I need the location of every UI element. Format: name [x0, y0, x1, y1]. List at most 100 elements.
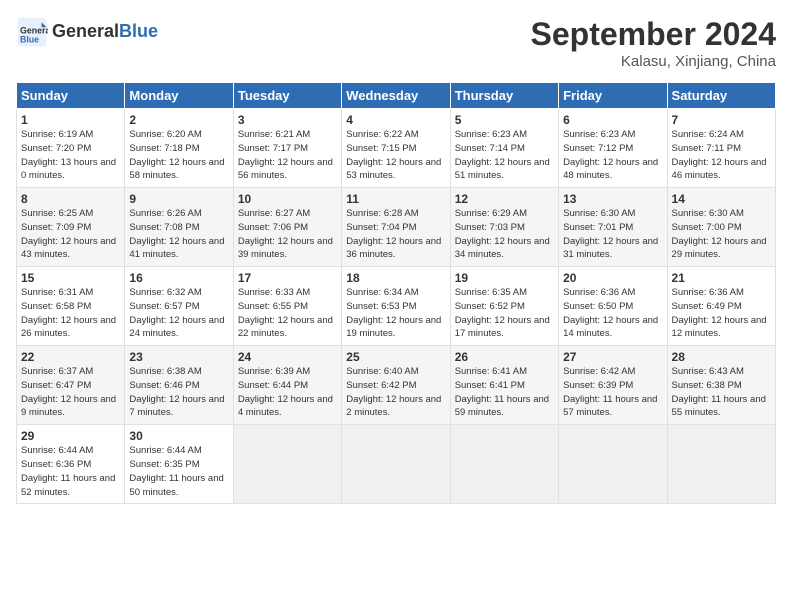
- day-number: 9: [129, 192, 228, 206]
- col-wednesday: Wednesday: [342, 83, 450, 109]
- calendar-day-cell: 20Sunrise: 6:36 AMSunset: 6:50 PMDayligh…: [559, 267, 667, 346]
- calendar-day-cell: 27Sunrise: 6:42 AMSunset: 6:39 PMDayligh…: [559, 346, 667, 425]
- logo: General Blue GeneralBlue: [16, 16, 158, 48]
- calendar-day-cell: 19Sunrise: 6:35 AMSunset: 6:52 PMDayligh…: [450, 267, 558, 346]
- calendar-day-cell: 22Sunrise: 6:37 AMSunset: 6:47 PMDayligh…: [17, 346, 125, 425]
- calendar-day-cell: 5Sunrise: 6:23 AMSunset: 7:14 PMDaylight…: [450, 109, 558, 188]
- day-info: Sunrise: 6:23 AMSunset: 7:14 PMDaylight:…: [455, 128, 554, 183]
- day-info: Sunrise: 6:19 AMSunset: 7:20 PMDaylight:…: [21, 128, 120, 183]
- day-number: 19: [455, 271, 554, 285]
- calendar-week-row: 15Sunrise: 6:31 AMSunset: 6:58 PMDayligh…: [17, 267, 776, 346]
- day-info: Sunrise: 6:36 AMSunset: 6:50 PMDaylight:…: [563, 286, 662, 341]
- day-number: 21: [672, 271, 771, 285]
- calendar-day-cell: 17Sunrise: 6:33 AMSunset: 6:55 PMDayligh…: [233, 267, 341, 346]
- day-info: Sunrise: 6:24 AMSunset: 7:11 PMDaylight:…: [672, 128, 771, 183]
- calendar-table: Sunday Monday Tuesday Wednesday Thursday…: [16, 82, 776, 504]
- day-number: 11: [346, 192, 445, 206]
- day-number: 28: [672, 350, 771, 364]
- location: Kalasu, Xinjiang, China: [531, 53, 776, 70]
- day-info: Sunrise: 6:32 AMSunset: 6:57 PMDaylight:…: [129, 286, 228, 341]
- calendar-week-row: 8Sunrise: 6:25 AMSunset: 7:09 PMDaylight…: [17, 188, 776, 267]
- day-number: 12: [455, 192, 554, 206]
- day-number: 30: [129, 429, 228, 443]
- day-info: Sunrise: 6:43 AMSunset: 6:38 PMDaylight:…: [672, 365, 771, 420]
- calendar-day-cell: 24Sunrise: 6:39 AMSunset: 6:44 PMDayligh…: [233, 346, 341, 425]
- calendar-day-cell: [233, 425, 341, 504]
- day-info: Sunrise: 6:25 AMSunset: 7:09 PMDaylight:…: [21, 207, 120, 262]
- day-info: Sunrise: 6:41 AMSunset: 6:41 PMDaylight:…: [455, 365, 554, 420]
- day-number: 1: [21, 113, 120, 127]
- day-info: Sunrise: 6:44 AMSunset: 6:36 PMDaylight:…: [21, 444, 120, 499]
- calendar-day-cell: 21Sunrise: 6:36 AMSunset: 6:49 PMDayligh…: [667, 267, 775, 346]
- calendar-day-cell: 29Sunrise: 6:44 AMSunset: 6:36 PMDayligh…: [17, 425, 125, 504]
- day-number: 26: [455, 350, 554, 364]
- calendar-day-cell: 11Sunrise: 6:28 AMSunset: 7:04 PMDayligh…: [342, 188, 450, 267]
- calendar-day-cell: 2Sunrise: 6:20 AMSunset: 7:18 PMDaylight…: [125, 109, 233, 188]
- day-info: Sunrise: 6:30 AMSunset: 7:01 PMDaylight:…: [563, 207, 662, 262]
- svg-text:Blue: Blue: [20, 34, 39, 44]
- logo-icon: General Blue: [16, 16, 48, 48]
- day-number: 17: [238, 271, 337, 285]
- calendar-day-cell: 14Sunrise: 6:30 AMSunset: 7:00 PMDayligh…: [667, 188, 775, 267]
- day-number: 22: [21, 350, 120, 364]
- calendar-day-cell: [667, 425, 775, 504]
- day-number: 23: [129, 350, 228, 364]
- day-number: 14: [672, 192, 771, 206]
- day-info: Sunrise: 6:42 AMSunset: 6:39 PMDaylight:…: [563, 365, 662, 420]
- calendar-day-cell: 3Sunrise: 6:21 AMSunset: 7:17 PMDaylight…: [233, 109, 341, 188]
- calendar-day-cell: 13Sunrise: 6:30 AMSunset: 7:01 PMDayligh…: [559, 188, 667, 267]
- day-info: Sunrise: 6:26 AMSunset: 7:08 PMDaylight:…: [129, 207, 228, 262]
- day-number: 25: [346, 350, 445, 364]
- day-info: Sunrise: 6:44 AMSunset: 6:35 PMDaylight:…: [129, 444, 228, 499]
- day-info: Sunrise: 6:37 AMSunset: 6:47 PMDaylight:…: [21, 365, 120, 420]
- day-number: 20: [563, 271, 662, 285]
- day-info: Sunrise: 6:31 AMSunset: 6:58 PMDaylight:…: [21, 286, 120, 341]
- day-info: Sunrise: 6:30 AMSunset: 7:00 PMDaylight:…: [672, 207, 771, 262]
- calendar-day-cell: 26Sunrise: 6:41 AMSunset: 6:41 PMDayligh…: [450, 346, 558, 425]
- day-info: Sunrise: 6:34 AMSunset: 6:53 PMDaylight:…: [346, 286, 445, 341]
- day-info: Sunrise: 6:22 AMSunset: 7:15 PMDaylight:…: [346, 128, 445, 183]
- col-monday: Monday: [125, 83, 233, 109]
- calendar-day-cell: [559, 425, 667, 504]
- day-info: Sunrise: 6:27 AMSunset: 7:06 PMDaylight:…: [238, 207, 337, 262]
- month-title: September 2024: [531, 16, 776, 53]
- day-info: Sunrise: 6:40 AMSunset: 6:42 PMDaylight:…: [346, 365, 445, 420]
- calendar-day-cell: 10Sunrise: 6:27 AMSunset: 7:06 PMDayligh…: [233, 188, 341, 267]
- day-info: Sunrise: 6:38 AMSunset: 6:46 PMDaylight:…: [129, 365, 228, 420]
- day-number: 29: [21, 429, 120, 443]
- calendar-day-cell: 16Sunrise: 6:32 AMSunset: 6:57 PMDayligh…: [125, 267, 233, 346]
- logo-text: GeneralBlue: [52, 22, 158, 42]
- col-sunday: Sunday: [17, 83, 125, 109]
- col-saturday: Saturday: [667, 83, 775, 109]
- calendar-day-cell: 15Sunrise: 6:31 AMSunset: 6:58 PMDayligh…: [17, 267, 125, 346]
- calendar-day-cell: 30Sunrise: 6:44 AMSunset: 6:35 PMDayligh…: [125, 425, 233, 504]
- page-header: General Blue GeneralBlue September 2024 …: [16, 16, 776, 70]
- calendar-day-cell: [342, 425, 450, 504]
- day-number: 8: [21, 192, 120, 206]
- day-number: 2: [129, 113, 228, 127]
- calendar-day-cell: 25Sunrise: 6:40 AMSunset: 6:42 PMDayligh…: [342, 346, 450, 425]
- day-number: 15: [21, 271, 120, 285]
- calendar-header-row: Sunday Monday Tuesday Wednesday Thursday…: [17, 83, 776, 109]
- day-number: 4: [346, 113, 445, 127]
- day-number: 18: [346, 271, 445, 285]
- day-info: Sunrise: 6:23 AMSunset: 7:12 PMDaylight:…: [563, 128, 662, 183]
- day-number: 10: [238, 192, 337, 206]
- day-number: 7: [672, 113, 771, 127]
- calendar-day-cell: 1Sunrise: 6:19 AMSunset: 7:20 PMDaylight…: [17, 109, 125, 188]
- calendar-day-cell: 7Sunrise: 6:24 AMSunset: 7:11 PMDaylight…: [667, 109, 775, 188]
- day-info: Sunrise: 6:28 AMSunset: 7:04 PMDaylight:…: [346, 207, 445, 262]
- calendar-week-row: 1Sunrise: 6:19 AMSunset: 7:20 PMDaylight…: [17, 109, 776, 188]
- day-info: Sunrise: 6:39 AMSunset: 6:44 PMDaylight:…: [238, 365, 337, 420]
- day-info: Sunrise: 6:36 AMSunset: 6:49 PMDaylight:…: [672, 286, 771, 341]
- day-number: 16: [129, 271, 228, 285]
- day-info: Sunrise: 6:35 AMSunset: 6:52 PMDaylight:…: [455, 286, 554, 341]
- day-number: 6: [563, 113, 662, 127]
- day-number: 24: [238, 350, 337, 364]
- page-container: General Blue GeneralBlue September 2024 …: [0, 0, 792, 512]
- calendar-day-cell: 23Sunrise: 6:38 AMSunset: 6:46 PMDayligh…: [125, 346, 233, 425]
- calendar-day-cell: 28Sunrise: 6:43 AMSunset: 6:38 PMDayligh…: [667, 346, 775, 425]
- col-thursday: Thursday: [450, 83, 558, 109]
- calendar-day-cell: 4Sunrise: 6:22 AMSunset: 7:15 PMDaylight…: [342, 109, 450, 188]
- calendar-day-cell: 8Sunrise: 6:25 AMSunset: 7:09 PMDaylight…: [17, 188, 125, 267]
